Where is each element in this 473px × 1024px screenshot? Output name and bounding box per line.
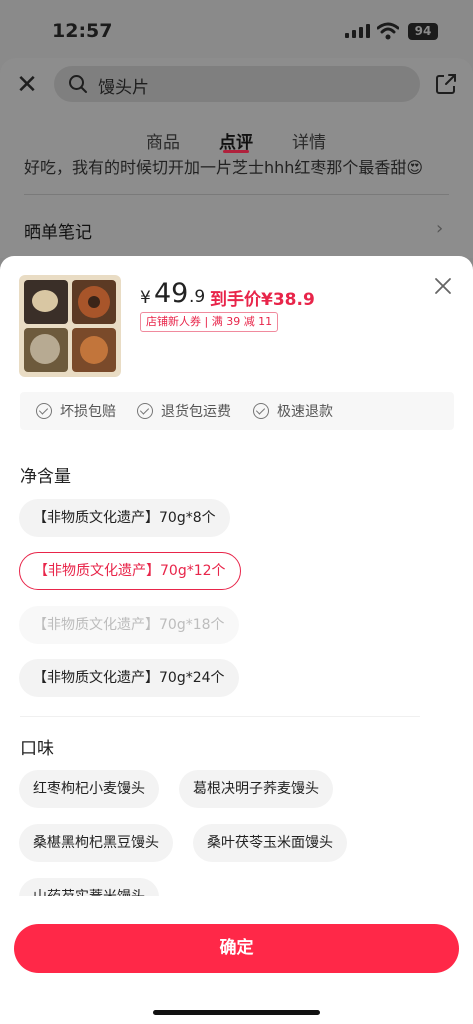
price-integer: 49 (154, 278, 189, 309)
flavor-option[interactable]: 红枣枸杞小麦馒头 (19, 770, 159, 808)
net-content-option[interactable]: 【非物质文化遗产】70g*24个 (19, 659, 239, 697)
service-guarantees: 坏损包赔 退货包运费 极速退款 (20, 392, 454, 430)
check-circle-icon (36, 403, 52, 419)
net-content-option-disabled: 【非物质文化遗产】70g*18个 (19, 606, 239, 644)
battery-indicator: 94 (408, 23, 438, 40)
chevron-right-icon[interactable]: › (436, 218, 443, 239)
footer-bar: 确定 (0, 896, 473, 1024)
flavor-title: 口味 (20, 739, 54, 759)
check-circle-icon (253, 403, 269, 419)
search-input[interactable]: 馒头片 (54, 66, 420, 102)
flavor-option[interactable]: 葛根决明子荞麦馒头 (179, 770, 333, 808)
price-currency: ¥ (140, 288, 151, 308)
net-content-option-selected[interactable]: 【非物质文化遗产】70g*12个 (19, 552, 241, 590)
home-indicator (153, 1010, 320, 1015)
share-icon[interactable] (434, 72, 458, 96)
status-time: 12:57 (52, 20, 113, 42)
check-circle-icon (137, 403, 153, 419)
product-thumbnail[interactable] (19, 275, 121, 377)
active-tab-indicator (223, 150, 249, 153)
divider (24, 194, 449, 195)
price-decimal: .9 (189, 287, 206, 307)
guarantee-item: 坏损包赔 (36, 401, 116, 421)
close-icon[interactable] (432, 275, 454, 297)
close-icon[interactable]: ✕ (14, 72, 40, 98)
flavor-option[interactable]: 桑叶茯苓玉米面馒头 (193, 824, 347, 862)
confirm-button[interactable]: 确定 (14, 924, 459, 973)
review-snippet: 好吃，我有的时候切开加一片芝士hhh红枣那个最香甜😍 (24, 158, 424, 177)
guarantee-item: 退货包运费 (137, 401, 231, 421)
guarantee-item: 极速退款 (253, 401, 333, 421)
search-icon (69, 75, 87, 93)
wifi-icon (377, 22, 399, 40)
tab-details[interactable]: 详情 (292, 128, 326, 153)
coupon-badge: 店铺新人券 | 满 39 减 11 (140, 312, 279, 332)
net-content-option[interactable]: 【非物质文化遗产】70g*8个 (19, 499, 230, 537)
flavor-option[interactable]: 桑椹黑枸杞黑豆馒头 (19, 824, 173, 862)
search-header: ✕ 馒头片 商品 点评 详情 好吃，我有的时候切开加一片芝士hhh红枣那个最香甜… (0, 58, 473, 258)
search-query: 馒头片 (98, 78, 149, 98)
notes-title[interactable]: 晒单笔记 (24, 218, 92, 243)
final-price: 到手价¥38.9 (210, 290, 315, 310)
status-bar: 12:57 94 (0, 0, 473, 60)
cellular-signal-icon (345, 24, 371, 38)
tab-products[interactable]: 商品 (146, 128, 180, 153)
net-content-title: 净含量 (20, 467, 71, 487)
divider (20, 716, 420, 717)
